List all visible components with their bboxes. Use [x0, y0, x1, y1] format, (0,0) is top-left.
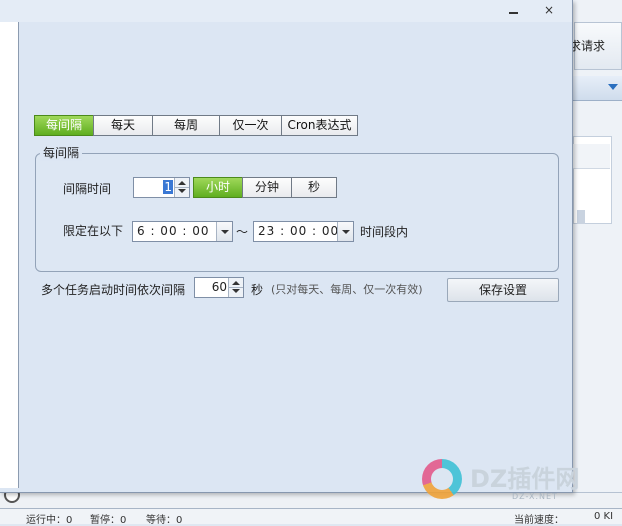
- watermark-sub: DZ-X.NET: [512, 492, 558, 501]
- chevron-down-icon[interactable]: [608, 84, 618, 90]
- limit-label: 限定在以下: [63, 224, 124, 238]
- interval-value[interactable]: 1: [163, 180, 173, 194]
- status-bar: 运行中：0 暂停：0 等待：0 当前速度： 0 KI: [0, 508, 622, 526]
- multi-task-label: 多个任务启动时间依次间隔: [41, 283, 186, 297]
- stepper-down-icon[interactable]: [178, 189, 186, 193]
- multi-task-interval-stepper[interactable]: 60: [194, 277, 244, 298]
- save-settings-button[interactable]: 保存设置: [447, 278, 559, 302]
- schedule-tabs: 每间隔 每天 每周 仅一次 Cron表达式: [34, 115, 358, 136]
- minimize-button[interactable]: [504, 2, 522, 18]
- request-toolbar-button[interactable]: 求请求: [569, 22, 622, 70]
- stepper-buttons[interactable]: [174, 178, 189, 197]
- multi-task-note: (只对每天、每周、仅一次有效): [271, 283, 423, 296]
- schedule-dialog: × 每间隔 每天 每周 仅一次 Cron表达式 每间隔 间隔时间 1 小时 分钟…: [0, 0, 573, 493]
- start-time-value: 6 : 00 : 00: [137, 224, 210, 238]
- interval-unit-buttons: 小时 分钟 秒: [193, 177, 337, 198]
- watermark-logo-icon: [422, 459, 462, 499]
- unit-minute-button[interactable]: 分钟: [242, 177, 292, 198]
- status-running: 运行中：0: [26, 515, 73, 526]
- background-scrollbar[interactable]: [577, 210, 585, 224]
- stepper-up-icon[interactable]: [232, 281, 240, 285]
- stepper-up-icon[interactable]: [178, 181, 186, 185]
- minimize-icon: [509, 12, 518, 14]
- status-paused: 暂停：0: [90, 515, 127, 526]
- tab-once[interactable]: 仅一次: [219, 115, 282, 136]
- close-button[interactable]: ×: [540, 2, 558, 18]
- multi-task-interval-value[interactable]: 60: [212, 280, 227, 294]
- multi-task-unit: 秒: [251, 283, 264, 297]
- watermark-brand: DZ插件网: [470, 465, 580, 493]
- request-toolbar-label: 求请求: [569, 39, 606, 53]
- background-header-bar: [573, 76, 622, 101]
- time-range-separator: ～: [236, 225, 249, 239]
- background-list-header: [573, 144, 610, 169]
- chevron-down-icon: [342, 230, 350, 234]
- stepper-down-icon[interactable]: [232, 289, 240, 293]
- chevron-down-icon: [221, 230, 229, 234]
- left-preview-panel: [0, 22, 19, 488]
- status-speed: 当前速度：: [514, 515, 564, 526]
- time-range-suffix: 时间段内: [360, 225, 409, 239]
- end-time-dropdown[interactable]: [337, 222, 353, 241]
- groupbox-title: 每间隔: [40, 144, 83, 161]
- interval-groupbox: [35, 153, 559, 272]
- tab-weekly[interactable]: 每周: [152, 115, 220, 136]
- unit-second-button[interactable]: 秒: [291, 177, 337, 198]
- unit-hour-button[interactable]: 小时: [193, 177, 243, 198]
- end-time-picker[interactable]: 23 : 00 : 00: [253, 221, 354, 242]
- interval-value-stepper[interactable]: 1: [133, 177, 190, 198]
- status-waiting: 等待：0: [146, 515, 183, 526]
- status-speed-value: 0 KI: [594, 511, 614, 522]
- tab-interval[interactable]: 每间隔: [34, 115, 94, 136]
- start-time-picker[interactable]: 6 : 00 : 00: [132, 221, 233, 242]
- tab-daily[interactable]: 每天: [93, 115, 153, 136]
- watermark: DZ插件网 DZ-X.NET: [420, 455, 620, 505]
- dialog-titlebar[interactable]: ×: [0, 0, 572, 22]
- tab-cron[interactable]: Cron表达式: [281, 115, 358, 136]
- interval-label: 间隔时间: [63, 182, 112, 196]
- close-icon: ×: [543, 3, 555, 17]
- end-time-value: 23 : 00 : 00: [258, 224, 340, 238]
- stepper-buttons[interactable]: [228, 278, 243, 297]
- start-time-dropdown[interactable]: [216, 222, 232, 241]
